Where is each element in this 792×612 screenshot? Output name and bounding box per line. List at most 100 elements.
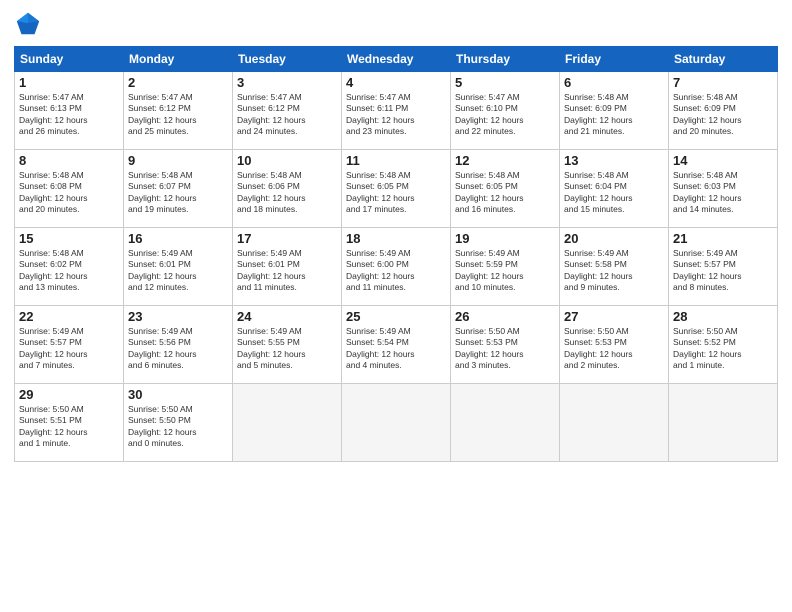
day-info: Sunrise: 5:49 AM Sunset: 5:54 PM Dayligh… <box>346 326 446 372</box>
calendar-cell: 19 Sunrise: 5:49 AM Sunset: 5:59 PM Dayli… <box>451 228 560 306</box>
calendar-cell <box>669 384 778 462</box>
calendar-week-4: 22 Sunrise: 5:49 AM Sunset: 5:57 PM Dayli… <box>15 306 778 384</box>
calendar-week-3: 15Sunrise: 5:48 AM Sunset: 6:02 PM Dayli… <box>15 228 778 306</box>
day-info: Sunrise: 5:48 AM Sunset: 6:04 PM Dayligh… <box>564 170 664 216</box>
calendar-cell: 2 Sunrise: 5:47 AM Sunset: 6:12 PM Daylig… <box>124 72 233 150</box>
calendar-cell <box>451 384 560 462</box>
calendar-cell: 11 Sunrise: 5:48 AM Sunset: 6:05 PM Dayli… <box>342 150 451 228</box>
calendar-cell: 1 Sunrise: 5:47 AM Sunset: 6:13 PM Daylig… <box>15 72 124 150</box>
day-number: 1 <box>19 75 119 90</box>
day-info: Sunrise: 5:49 AM Sunset: 6:00 PM Dayligh… <box>346 248 446 294</box>
day-number: 7 <box>673 75 773 90</box>
day-info: Sunrise: 5:48 AM Sunset: 6:07 PM Dayligh… <box>128 170 228 216</box>
calendar-cell: 16 Sunrise: 5:49 AM Sunset: 6:01 PM Dayli… <box>124 228 233 306</box>
day-number: 10 <box>237 153 337 168</box>
day-info: Sunrise: 5:50 AM Sunset: 5:51 PM Dayligh… <box>19 404 119 450</box>
calendar-cell: 4 Sunrise: 5:47 AM Sunset: 6:11 PM Daylig… <box>342 72 451 150</box>
day-number: 19 <box>455 231 555 246</box>
day-info: Sunrise: 5:49 AM Sunset: 5:59 PM Dayligh… <box>455 248 555 294</box>
day-info: Sunrise: 5:48 AM Sunset: 6:09 PM Dayligh… <box>673 92 773 138</box>
day-info: Sunrise: 5:47 AM Sunset: 6:10 PM Dayligh… <box>455 92 555 138</box>
header <box>14 10 778 38</box>
calendar-cell: 5 Sunrise: 5:47 AM Sunset: 6:10 PM Daylig… <box>451 72 560 150</box>
day-number: 29 <box>19 387 119 402</box>
day-info: Sunrise: 5:49 AM Sunset: 5:57 PM Dayligh… <box>19 326 119 372</box>
day-info: Sunrise: 5:50 AM Sunset: 5:53 PM Dayligh… <box>564 326 664 372</box>
main-container: SundayMondayTuesdayWednesdayThursdayFrid… <box>0 0 792 472</box>
calendar-cell: 3Sunrise: 5:47 AM Sunset: 6:12 PM Daylig… <box>233 72 342 150</box>
calendar-cell: 21 Sunrise: 5:49 AM Sunset: 5:57 PM Dayli… <box>669 228 778 306</box>
day-number: 28 <box>673 309 773 324</box>
day-info: Sunrise: 5:49 AM Sunset: 6:01 PM Dayligh… <box>237 248 337 294</box>
calendar-cell: 8 Sunrise: 5:48 AM Sunset: 6:08 PM Daylig… <box>15 150 124 228</box>
calendar-cell: 10Sunrise: 5:48 AM Sunset: 6:06 PM Dayli… <box>233 150 342 228</box>
day-info: Sunrise: 5:48 AM Sunset: 6:02 PM Dayligh… <box>19 248 119 294</box>
day-number: 4 <box>346 75 446 90</box>
day-number: 5 <box>455 75 555 90</box>
day-info: Sunrise: 5:47 AM Sunset: 6:12 PM Dayligh… <box>128 92 228 138</box>
calendar-body: 1 Sunrise: 5:47 AM Sunset: 6:13 PM Daylig… <box>15 72 778 462</box>
day-number: 26 <box>455 309 555 324</box>
calendar-cell: 26 Sunrise: 5:50 AM Sunset: 5:53 PM Dayli… <box>451 306 560 384</box>
day-info: Sunrise: 5:48 AM Sunset: 6:09 PM Dayligh… <box>564 92 664 138</box>
day-number: 30 <box>128 387 228 402</box>
logo <box>14 10 46 38</box>
calendar-cell: 18Sunrise: 5:49 AM Sunset: 6:00 PM Dayli… <box>342 228 451 306</box>
calendar-cell: 28Sunrise: 5:50 AM Sunset: 5:52 PM Dayli… <box>669 306 778 384</box>
calendar-cell: 30 Sunrise: 5:50 AM Sunset: 5:50 PM Dayli… <box>124 384 233 462</box>
header-day-tuesday: Tuesday <box>233 47 342 72</box>
day-info: Sunrise: 5:49 AM Sunset: 5:57 PM Dayligh… <box>673 248 773 294</box>
day-info: Sunrise: 5:49 AM Sunset: 5:55 PM Dayligh… <box>237 326 337 372</box>
calendar-cell: 22 Sunrise: 5:49 AM Sunset: 5:57 PM Dayli… <box>15 306 124 384</box>
header-day-wednesday: Wednesday <box>342 47 451 72</box>
calendar-cell: 29 Sunrise: 5:50 AM Sunset: 5:51 PM Dayli… <box>15 384 124 462</box>
day-number: 23 <box>128 309 228 324</box>
header-day-sunday: Sunday <box>15 47 124 72</box>
calendar-cell: 13 Sunrise: 5:48 AM Sunset: 6:04 PM Dayli… <box>560 150 669 228</box>
day-number: 16 <box>128 231 228 246</box>
header-day-thursday: Thursday <box>451 47 560 72</box>
calendar-cell: 6Sunrise: 5:48 AM Sunset: 6:09 PM Daylig… <box>560 72 669 150</box>
day-number: 25 <box>346 309 446 324</box>
day-number: 12 <box>455 153 555 168</box>
calendar-cell: 17 Sunrise: 5:49 AM Sunset: 6:01 PM Dayli… <box>233 228 342 306</box>
calendar-cell: 24 Sunrise: 5:49 AM Sunset: 5:55 PM Dayli… <box>233 306 342 384</box>
day-info: Sunrise: 5:47 AM Sunset: 6:11 PM Dayligh… <box>346 92 446 138</box>
calendar-cell: 14 Sunrise: 5:48 AM Sunset: 6:03 PM Dayli… <box>669 150 778 228</box>
day-info: Sunrise: 5:49 AM Sunset: 5:56 PM Dayligh… <box>128 326 228 372</box>
day-info: Sunrise: 5:50 AM Sunset: 5:50 PM Dayligh… <box>128 404 228 450</box>
day-info: Sunrise: 5:50 AM Sunset: 5:53 PM Dayligh… <box>455 326 555 372</box>
day-info: Sunrise: 5:48 AM Sunset: 6:05 PM Dayligh… <box>346 170 446 216</box>
calendar-week-2: 8 Sunrise: 5:48 AM Sunset: 6:08 PM Daylig… <box>15 150 778 228</box>
day-number: 9 <box>128 153 228 168</box>
day-number: 8 <box>19 153 119 168</box>
day-info: Sunrise: 5:49 AM Sunset: 6:01 PM Dayligh… <box>128 248 228 294</box>
calendar-cell <box>233 384 342 462</box>
day-number: 11 <box>346 153 446 168</box>
calendar-cell: 15Sunrise: 5:48 AM Sunset: 6:02 PM Dayli… <box>15 228 124 306</box>
header-day-friday: Friday <box>560 47 669 72</box>
day-info: Sunrise: 5:48 AM Sunset: 6:08 PM Dayligh… <box>19 170 119 216</box>
day-number: 13 <box>564 153 664 168</box>
day-number: 14 <box>673 153 773 168</box>
day-info: Sunrise: 5:48 AM Sunset: 6:05 PM Dayligh… <box>455 170 555 216</box>
day-info: Sunrise: 5:47 AM Sunset: 6:13 PM Dayligh… <box>19 92 119 138</box>
calendar-table: SundayMondayTuesdayWednesdayThursdayFrid… <box>14 46 778 462</box>
calendar-cell: 7 Sunrise: 5:48 AM Sunset: 6:09 PM Daylig… <box>669 72 778 150</box>
day-number: 20 <box>564 231 664 246</box>
calendar-cell: 27 Sunrise: 5:50 AM Sunset: 5:53 PM Dayli… <box>560 306 669 384</box>
calendar-week-1: 1 Sunrise: 5:47 AM Sunset: 6:13 PM Daylig… <box>15 72 778 150</box>
day-number: 17 <box>237 231 337 246</box>
day-number: 22 <box>19 309 119 324</box>
calendar-cell: 25 Sunrise: 5:49 AM Sunset: 5:54 PM Dayli… <box>342 306 451 384</box>
day-number: 2 <box>128 75 228 90</box>
calendar-cell: 9 Sunrise: 5:48 AM Sunset: 6:07 PM Daylig… <box>124 150 233 228</box>
day-info: Sunrise: 5:48 AM Sunset: 6:03 PM Dayligh… <box>673 170 773 216</box>
calendar-cell <box>342 384 451 462</box>
day-number: 24 <box>237 309 337 324</box>
calendar-week-5: 29 Sunrise: 5:50 AM Sunset: 5:51 PM Dayli… <box>15 384 778 462</box>
calendar-cell <box>560 384 669 462</box>
day-info: Sunrise: 5:47 AM Sunset: 6:12 PM Dayligh… <box>237 92 337 138</box>
day-number: 27 <box>564 309 664 324</box>
day-number: 21 <box>673 231 773 246</box>
